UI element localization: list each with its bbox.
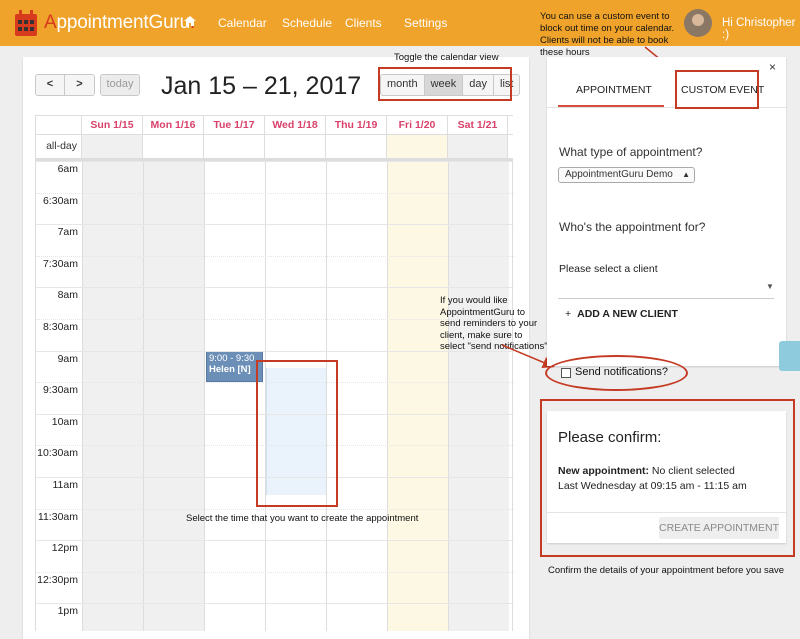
- time-slot-row[interactable]: 8am: [36, 287, 514, 301]
- toggle-view-annotation: Toggle the calendar view: [394, 52, 499, 63]
- event-time: 9:00 - 9:30: [209, 353, 255, 364]
- select-time-annotation: Select the time that you want to create …: [186, 513, 419, 524]
- time-slot-row[interactable]: 7:30am: [36, 255, 514, 270]
- header-gutter: [35, 116, 81, 134]
- appointment-type-value: AppointmentGuru Demo: [565, 169, 673, 180]
- allday-cell[interactable]: [81, 135, 142, 158]
- time-slot-label: 12:30pm: [37, 573, 78, 586]
- allday-cell[interactable]: [264, 135, 325, 158]
- allday-cell[interactable]: [447, 135, 508, 158]
- time-slot-label: 11am: [52, 479, 79, 491]
- day-header[interactable]: Mon 1/16: [142, 116, 203, 134]
- time-slot-row[interactable]: 12pm: [36, 540, 514, 554]
- time-slot-label: 9am: [57, 352, 78, 365]
- view-toggle-highlight: [378, 67, 512, 101]
- time-slot-row[interactable]: 7am: [36, 224, 514, 238]
- prev-week-button[interactable]: <: [36, 75, 65, 95]
- time-slot-label: 7am: [57, 226, 78, 239]
- allday-cell[interactable]: [386, 135, 447, 158]
- brand-initial: A: [44, 12, 57, 33]
- calendar-event[interactable]: 9:00 - 9:30 Helen [N]: [206, 351, 263, 382]
- notifications-highlight: [545, 355, 688, 391]
- today-group: today: [100, 74, 140, 96]
- time-slot-label: 11:30am: [37, 510, 78, 523]
- day-header[interactable]: Tue 1/17: [203, 116, 264, 134]
- appointment-type-question: What type of appointment?: [559, 145, 703, 159]
- add-client-button[interactable]: + ADD A NEW CLIENT: [565, 308, 678, 320]
- time-slot-label: 8am: [57, 289, 78, 302]
- day-header[interactable]: Sat 1/21: [447, 116, 508, 134]
- client-select-underline: [558, 298, 774, 299]
- reminders-annotation: If you would like AppointmentGuru to sen…: [440, 295, 548, 352]
- next-week-button[interactable]: >: [65, 75, 94, 95]
- day-header[interactable]: Wed 1/18: [264, 116, 325, 134]
- day-header[interactable]: Fri 1/20: [386, 116, 447, 134]
- event-title: Helen [N]: [209, 364, 251, 375]
- time-slot-label: 1pm: [57, 605, 78, 618]
- nav-schedule[interactable]: Schedule: [282, 16, 332, 30]
- nav-settings[interactable]: Settings: [404, 16, 447, 30]
- add-client-label: ADD A NEW CLIENT: [577, 308, 678, 320]
- allday-cell[interactable]: [325, 135, 386, 158]
- confirm-annotation: Confirm the details of your appointment …: [548, 565, 785, 576]
- time-slot-row[interactable]: 11:30am: [36, 508, 514, 523]
- brand-logo[interactable]: AppointmentGuru.: [44, 12, 195, 34]
- day-header-row: Sun 1/15 Mon 1/16 Tue 1/17 Wed 1/18 Thu …: [35, 115, 513, 135]
- day-column-sun[interactable]: [82, 161, 143, 631]
- time-slot-label: 6am: [57, 163, 78, 175]
- day-column-mon[interactable]: [143, 161, 204, 631]
- allday-row: all-day: [35, 135, 513, 161]
- calendar-logo-icon[interactable]: [14, 9, 38, 37]
- time-slot-label: 6:30am: [42, 194, 78, 207]
- confirm-highlight: [540, 399, 795, 557]
- prev-next-group: < >: [35, 74, 95, 96]
- time-slot-row[interactable]: 6:30am: [36, 192, 514, 207]
- time-slot-label: 10am: [51, 415, 78, 428]
- time-slot-label: 7:30am: [42, 257, 78, 270]
- user-greeting[interactable]: Hi Christopher :): [722, 17, 800, 41]
- plus-icon: +: [565, 308, 572, 320]
- today-button[interactable]: today: [101, 75, 139, 95]
- allday-cell[interactable]: [142, 135, 203, 158]
- top-navbar: AppointmentGuru. Calendar Schedule Clien…: [0, 0, 800, 58]
- calendar-title: Jan 15 – 21, 2017: [161, 72, 362, 100]
- allday-label: all-day: [35, 135, 81, 158]
- appointment-for-question: Who's the appointment for?: [559, 220, 706, 234]
- day-header[interactable]: Thu 1/19: [325, 116, 386, 134]
- day-header[interactable]: Sun 1/15: [81, 116, 142, 134]
- allday-cell[interactable]: [203, 135, 264, 158]
- time-slot-label: 8:30am: [42, 321, 78, 333]
- chevron-down-icon[interactable]: ▼: [766, 282, 774, 291]
- time-slot-label: 12pm: [51, 542, 78, 555]
- nav-clients[interactable]: Clients: [345, 16, 382, 30]
- day-column-sat[interactable]: [448, 161, 509, 631]
- custom-event-highlight: [675, 70, 759, 109]
- time-slot-label: 9:30am: [42, 384, 78, 397]
- brand-rest: ppointmentGuru: [56, 12, 190, 33]
- time-slot-row[interactable]: 12:30pm: [36, 571, 514, 586]
- time-slot-row[interactable]: 6am: [36, 161, 514, 175]
- nav-calendar[interactable]: Calendar: [218, 16, 267, 30]
- custom-event-annotation: You can use a custom event to block out …: [540, 11, 675, 58]
- client-select[interactable]: Please select a client: [559, 263, 658, 275]
- time-slot-row[interactable]: 1pm: [36, 603, 514, 617]
- time-selection-box: [256, 360, 338, 507]
- home-icon[interactable]: [183, 14, 197, 28]
- tab-appointment[interactable]: Appointment: [576, 84, 652, 96]
- chat-widget-icon[interactable]: [779, 341, 800, 371]
- appointment-type-select[interactable]: AppointmentGuru Demo ▲: [558, 167, 695, 183]
- user-avatar[interactable]: [684, 9, 712, 37]
- select-caret-icon: ▲: [682, 170, 690, 179]
- time-slot-label: 10:30am: [37, 447, 78, 460]
- day-column-fri[interactable]: [387, 161, 448, 631]
- close-icon[interactable]: ×: [769, 60, 776, 74]
